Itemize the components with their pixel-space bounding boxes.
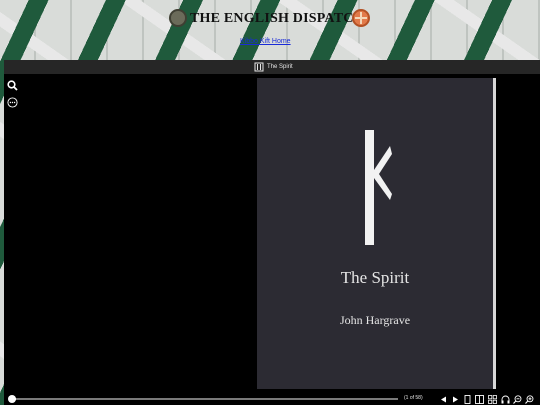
home-link[interactable]: Kibbo Kift Home — [240, 38, 291, 45]
site-title: THE ENGLISH DISPATCH — [190, 11, 365, 26]
single-page-icon[interactable] — [463, 394, 472, 404]
audio-icon[interactable] — [501, 394, 510, 404]
page-edge — [493, 78, 496, 389]
zoom-in-icon[interactable] — [525, 394, 534, 404]
library-icon — [254, 62, 264, 72]
viewer-title-bar: The Spirit — [4, 60, 540, 74]
book-viewer: The Spirit The Spirit John Hargrave (1 o… — [4, 60, 540, 405]
more-options-icon[interactable] — [6, 96, 18, 108]
page-slider-thumb[interactable] — [8, 395, 16, 403]
masthead: THE ENGLISH DISPATCH Kibbo Kift Home — [0, 0, 540, 60]
two-page-icon[interactable] — [475, 394, 484, 404]
kibbo-kift-rune-icon — [357, 130, 393, 250]
book-author: John Hargrave — [339, 313, 411, 327]
viewer-control-bar: (1 of 58) — [4, 393, 540, 405]
left-emblem-icon — [169, 9, 187, 27]
book-cover-page: The Spirit John Hargrave — [257, 78, 493, 389]
book-title: The Spirit — [340, 268, 410, 287]
previous-page-icon[interactable] — [439, 394, 448, 404]
page-slider[interactable] — [12, 398, 398, 400]
next-page-icon[interactable] — [451, 394, 460, 404]
zoom-out-icon[interactable] — [513, 394, 522, 404]
grid-view-icon[interactable] — [488, 394, 497, 404]
right-emblem-icon — [352, 9, 370, 27]
search-icon[interactable] — [6, 79, 18, 91]
page-count: (1 of 58) — [404, 395, 423, 401]
document-title: The Spirit — [267, 64, 293, 70]
